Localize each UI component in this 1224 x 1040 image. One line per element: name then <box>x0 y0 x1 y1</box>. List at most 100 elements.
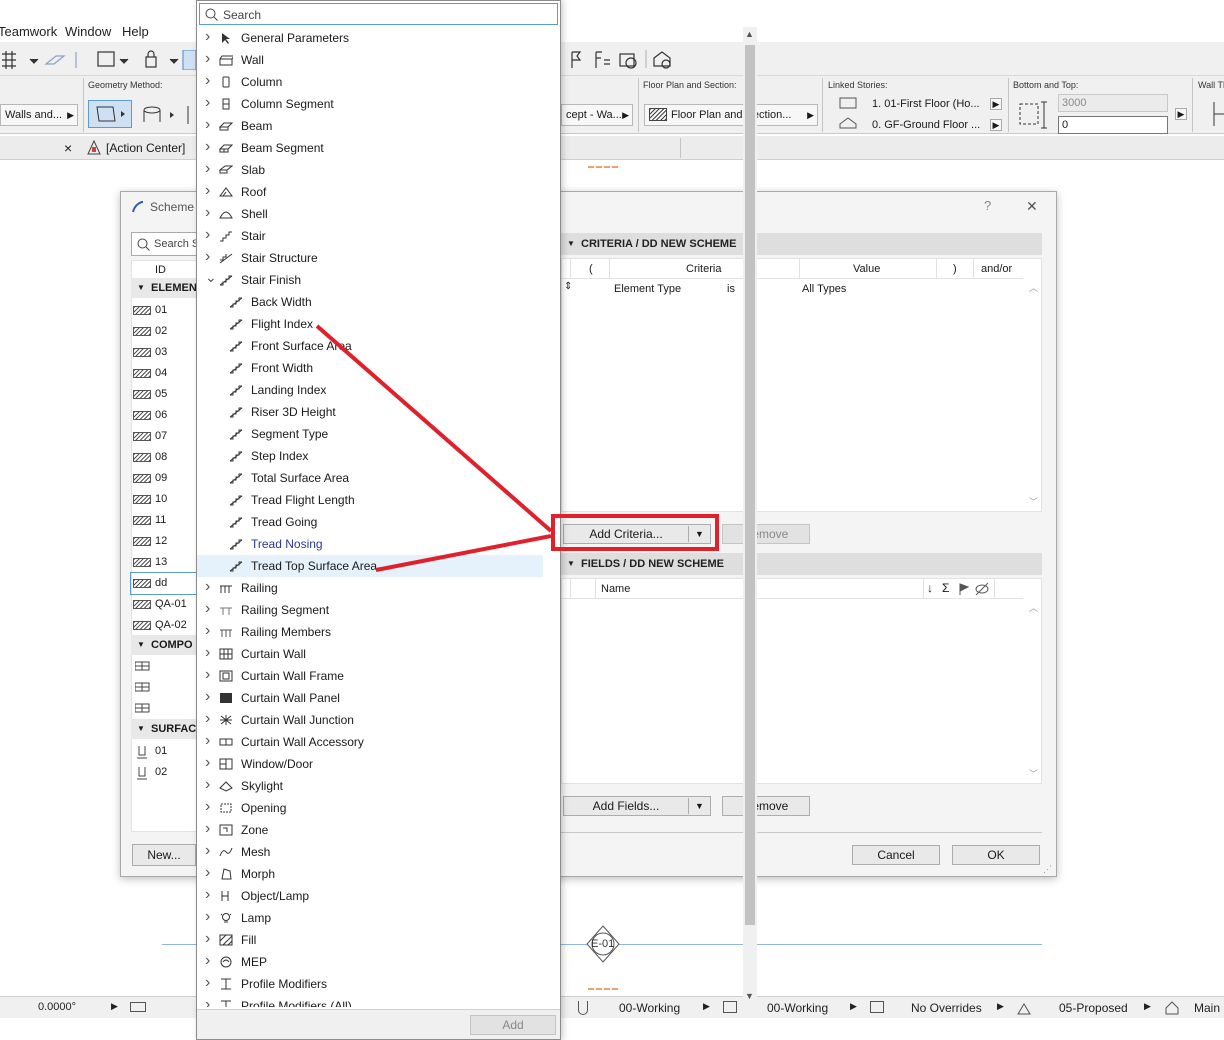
tree-category[interactable]: › Skylight <box>197 775 543 797</box>
chevron-right-icon[interactable]: › <box>205 114 210 136</box>
chevron-right-icon[interactable]: › <box>205 27 210 48</box>
ok-button[interactable]: OK <box>952 845 1040 865</box>
criteria-row[interactable]: ⇕ Element Type is All Types <box>562 279 1023 299</box>
pen-set-icon[interactable] <box>723 1001 737 1013</box>
structure-display[interactable]: Main <box>1194 1001 1220 1015</box>
element-scheme-row[interactable]: 12 <box>131 531 201 552</box>
hidden-eye-icon[interactable] <box>974 582 990 596</box>
chevron-right-icon[interactable]: › <box>205 796 210 818</box>
scroll-down-icon[interactable]: ▼ <box>745 991 754 1001</box>
layout-icon[interactable] <box>130 1002 146 1012</box>
tree-subitem[interactable]: Tread Going <box>197 511 543 533</box>
menu-teamwork[interactable]: Teamwork <box>0 24 57 39</box>
tree-subitem[interactable]: Tread Flight Length <box>197 489 543 511</box>
chevron-right-icon[interactable]: ▶ <box>1144 1001 1151 1012</box>
element-scheme-row[interactable]: 03 <box>131 342 201 363</box>
element-scheme-row[interactable]: 02 <box>131 321 201 342</box>
chevron-right-icon[interactable]: › <box>205 730 210 752</box>
tree-subitem[interactable]: Back Width <box>197 291 543 313</box>
chevron-right-icon[interactable]: › <box>205 840 210 862</box>
element-scheme-row[interactable]: QA-01 <box>131 594 201 615</box>
element-scheme-row[interactable]: 13 <box>131 552 201 573</box>
element-scheme-row[interactable]: 10 <box>131 489 201 510</box>
element-scheme-row[interactable]: 08 <box>131 447 201 468</box>
chevron-right-icon[interactable]: ▶ <box>990 119 1002 131</box>
tree-subitem[interactable]: Front Width <box>197 357 543 379</box>
tree-category[interactable]: › Profile Modifiers <box>197 973 543 995</box>
tree-category[interactable]: › Beam <box>197 115 543 137</box>
tree-category[interactable]: › Mesh <box>197 841 543 863</box>
chevron-right-icon[interactable]: ▶ <box>990 98 1002 110</box>
tree-category[interactable]: ⌄ Stair Finish <box>197 269 543 291</box>
remove-field-button[interactable]: Remove <box>722 796 810 816</box>
tree-category[interactable]: › Lamp <box>197 907 543 929</box>
element-scheme-row[interactable]: 06 <box>131 405 201 426</box>
sum-icon[interactable]: Σ <box>942 581 949 595</box>
chevron-right-icon[interactable]: › <box>205 906 210 928</box>
chevron-right-icon[interactable]: › <box>205 862 210 884</box>
tree-category[interactable]: › Curtain Wall Junction <box>197 709 543 731</box>
chevron-right-icon[interactable]: › <box>205 48 210 70</box>
surface-row[interactable]: 02 <box>131 762 201 783</box>
dropdown-arrow-icon[interactable]: ▼ <box>695 797 704 815</box>
chevron-right-icon[interactable]: › <box>205 598 210 620</box>
chevron-right-icon[interactable]: › <box>205 708 210 730</box>
tree-category[interactable]: › Beam Segment <box>197 137 543 159</box>
element-scheme-row[interactable]: QA-02 <box>131 615 201 636</box>
overrides-icon[interactable] <box>870 1001 884 1013</box>
tree-category[interactable]: › Slab <box>197 159 543 181</box>
scrollbar-thumb[interactable] <box>745 45 755 925</box>
operator-cell[interactable]: is <box>727 283 735 295</box>
tree-subitem[interactable]: Step Index <box>197 445 543 467</box>
tree-category[interactable]: › Roof <box>197 181 543 203</box>
fields-section-header[interactable]: ▼ FIELDS / DD NEW SCHEME <box>561 553 1042 575</box>
tree-subitem[interactable]: Total Surface Area <box>197 467 543 489</box>
chevron-right-icon[interactable]: › <box>205 180 210 202</box>
component-rows[interactable] <box>134 658 195 718</box>
element-scheme-row[interactable]: 09 <box>131 468 201 489</box>
tree-category[interactable]: › Railing <box>197 577 543 599</box>
chevron-right-icon[interactable]: › <box>205 686 210 708</box>
flag-icon[interactable] <box>957 582 971 596</box>
chevron-right-icon[interactable]: › <box>205 620 210 642</box>
chevron-right-icon[interactable]: › <box>205 70 210 92</box>
layer-combination[interactable]: 00-Working <box>619 1001 680 1015</box>
tree-category[interactable]: › Curtain Wall Accessory <box>197 731 543 753</box>
geometry-curved-icon[interactable] <box>140 102 196 128</box>
help-button[interactable]: ? <box>984 198 991 213</box>
drag-handle-icon[interactable]: ⇕ <box>564 281 572 292</box>
floor-plan-section-button[interactable]: Floor Plan and Section... ▶ <box>644 104 818 126</box>
value-cell[interactable]: All Types <box>802 283 846 295</box>
scroll-down-icon[interactable]: ﹀ <box>1029 495 1038 508</box>
top-linked-story[interactable]: 1. 01-First Floor (Ho... <box>872 98 980 110</box>
chevron-right-icon[interactable]: › <box>205 884 210 906</box>
chevron-right-icon[interactable]: › <box>205 576 210 598</box>
new-scheme-button[interactable]: New... <box>132 844 196 866</box>
chevron-right-icon[interactable]: › <box>205 752 210 774</box>
chevron-right-icon[interactable]: › <box>205 664 210 686</box>
scroll-up-icon[interactable]: ▲ <box>745 29 754 39</box>
resize-grip-icon[interactable]: ⋰ <box>1043 864 1052 875</box>
scheme-search-input[interactable]: Search S <box>131 232 201 256</box>
renovation-filter[interactable]: 05-Proposed <box>1059 1001 1128 1015</box>
menu-window[interactable]: Window <box>65 24 111 39</box>
tree-category[interactable]: › Railing Members <box>197 621 543 643</box>
chevron-right-icon[interactable]: › <box>205 818 210 840</box>
chevron-right-icon[interactable]: ▶ <box>111 1001 118 1012</box>
element-scheme-row[interactable]: 01 <box>131 300 201 321</box>
bottom-height-field[interactable]: 0 <box>1058 116 1168 134</box>
tree-category[interactable]: › Column <box>197 71 543 93</box>
scroll-up-icon[interactable]: ︿ <box>1029 281 1038 294</box>
chevron-right-icon[interactable]: ▶ <box>703 1001 710 1012</box>
top-height-field[interactable]: 3000 <box>1058 94 1168 112</box>
chevron-right-icon[interactable]: › <box>205 994 210 1007</box>
tree-category[interactable]: › Opening <box>197 797 543 819</box>
tree-category[interactable]: › Column Segment <box>197 93 543 115</box>
chevron-right-icon[interactable]: › <box>205 774 210 796</box>
cancel-button[interactable]: Cancel <box>852 845 940 865</box>
tree-category[interactable]: › Fill <box>197 929 543 951</box>
chevron-right-icon[interactable]: ▶ <box>1175 108 1187 120</box>
add-fields-button[interactable]: Add Fields... ▼ <box>563 796 711 816</box>
chevron-right-icon[interactable]: › <box>205 92 210 114</box>
graphic-overrides[interactable]: No Overrides <box>911 1001 982 1015</box>
